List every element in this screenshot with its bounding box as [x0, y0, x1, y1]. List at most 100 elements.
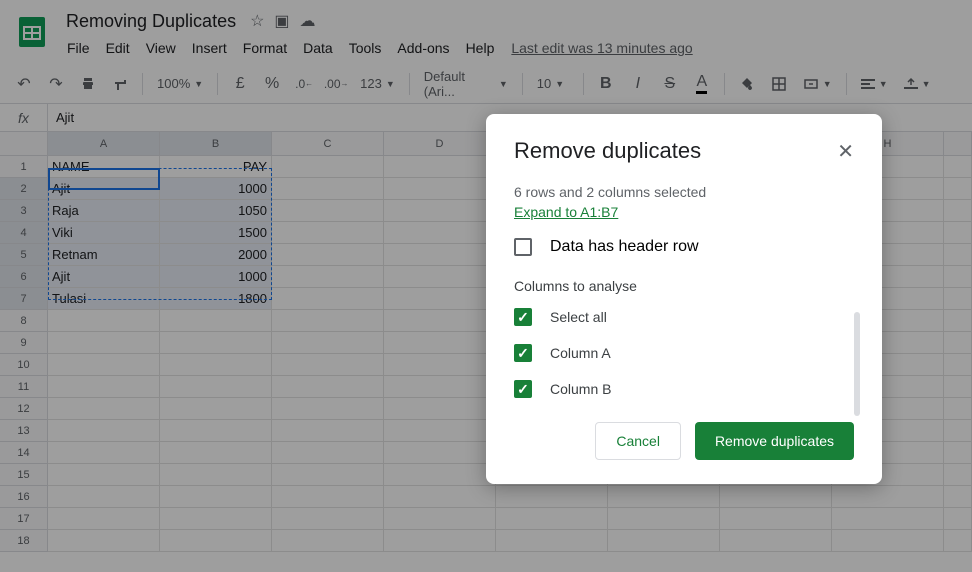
- cell[interactable]: [160, 354, 272, 376]
- cell[interactable]: [944, 244, 972, 266]
- row-header[interactable]: 4: [0, 222, 48, 244]
- cell[interactable]: [944, 420, 972, 442]
- menu-insert[interactable]: Insert: [185, 36, 234, 60]
- col-header[interactable]: D: [384, 132, 496, 156]
- cell[interactable]: 2000: [160, 244, 272, 266]
- sheets-logo[interactable]: [12, 12, 52, 52]
- star-icon[interactable]: ☆: [250, 11, 264, 31]
- cell[interactable]: [272, 442, 384, 464]
- row-header[interactable]: 13: [0, 420, 48, 442]
- cell[interactable]: [384, 178, 496, 200]
- cell[interactable]: [832, 508, 944, 530]
- cell[interactable]: [272, 376, 384, 398]
- cell[interactable]: [496, 530, 608, 552]
- cell[interactable]: [272, 464, 384, 486]
- move-icon[interactable]: ▣: [274, 11, 289, 31]
- print-icon[interactable]: [74, 70, 102, 98]
- cell[interactable]: [272, 530, 384, 552]
- col-header[interactable]: A: [48, 132, 160, 156]
- merge-button[interactable]: ▼: [797, 70, 838, 98]
- font-dropdown[interactable]: Default (Ari...▼: [418, 70, 514, 98]
- cell[interactable]: [384, 442, 496, 464]
- cell[interactable]: [384, 266, 496, 288]
- expand-range-link[interactable]: Expand to A1:B7: [514, 204, 618, 220]
- percent-button[interactable]: %: [258, 70, 286, 98]
- cell[interactable]: [944, 222, 972, 244]
- col-header[interactable]: C: [272, 132, 384, 156]
- cell[interactable]: [160, 420, 272, 442]
- paint-format-icon[interactable]: [106, 70, 134, 98]
- cell[interactable]: [272, 222, 384, 244]
- menu-view[interactable]: View: [139, 36, 183, 60]
- cell[interactable]: [384, 398, 496, 420]
- cell[interactable]: [48, 332, 160, 354]
- cell[interactable]: [48, 354, 160, 376]
- cell[interactable]: [160, 332, 272, 354]
- cell[interactable]: [160, 530, 272, 552]
- document-title[interactable]: Removing Duplicates: [60, 9, 242, 34]
- select-all-corner[interactable]: [0, 132, 48, 156]
- cell[interactable]: [272, 398, 384, 420]
- cell[interactable]: [272, 288, 384, 310]
- row-header[interactable]: 15: [0, 464, 48, 486]
- cell[interactable]: [48, 376, 160, 398]
- row-header[interactable]: 11: [0, 376, 48, 398]
- cell[interactable]: [272, 200, 384, 222]
- cell[interactable]: [48, 442, 160, 464]
- cell[interactable]: [944, 266, 972, 288]
- cell[interactable]: [944, 156, 972, 178]
- cell[interactable]: [384, 354, 496, 376]
- cell[interactable]: [272, 310, 384, 332]
- cell[interactable]: [384, 420, 496, 442]
- select-all-checkbox[interactable]: ✓: [514, 308, 532, 326]
- menu-help[interactable]: Help: [459, 36, 502, 60]
- cell[interactable]: [944, 178, 972, 200]
- cell[interactable]: [48, 398, 160, 420]
- cell[interactable]: [160, 508, 272, 530]
- decrease-decimal-button[interactable]: .0←: [290, 70, 318, 98]
- cell[interactable]: [160, 464, 272, 486]
- row-header[interactable]: 3: [0, 200, 48, 222]
- header-row-checkbox[interactable]: [514, 238, 532, 256]
- cell[interactable]: PAY: [160, 156, 272, 178]
- cell[interactable]: [384, 486, 496, 508]
- cell[interactable]: [384, 332, 496, 354]
- col-header[interactable]: B: [160, 132, 272, 156]
- scrollbar[interactable]: [854, 312, 860, 416]
- cell[interactable]: [272, 332, 384, 354]
- menu-edit[interactable]: Edit: [99, 36, 137, 60]
- row-header[interactable]: 14: [0, 442, 48, 464]
- row-header[interactable]: 1: [0, 156, 48, 178]
- cell[interactable]: [944, 200, 972, 222]
- redo-icon[interactable]: ↷: [42, 70, 70, 98]
- cell[interactable]: [720, 530, 832, 552]
- number-format-dropdown[interactable]: 123▼: [354, 70, 401, 98]
- row-header[interactable]: 7: [0, 288, 48, 310]
- row-header[interactable]: 6: [0, 266, 48, 288]
- cell[interactable]: [384, 156, 496, 178]
- halign-button[interactable]: ▼: [855, 70, 894, 98]
- cell[interactable]: Viki: [48, 222, 160, 244]
- menu-tools[interactable]: Tools: [342, 36, 389, 60]
- cell[interactable]: [384, 530, 496, 552]
- font-size-dropdown[interactable]: 10▼: [531, 70, 575, 98]
- cell[interactable]: Tulasi: [48, 288, 160, 310]
- cell[interactable]: [272, 508, 384, 530]
- cell[interactable]: [272, 486, 384, 508]
- cell[interactable]: [160, 442, 272, 464]
- cell[interactable]: NAME: [48, 156, 160, 178]
- row-header[interactable]: 2: [0, 178, 48, 200]
- valign-button[interactable]: ▼: [898, 70, 937, 98]
- column-a-checkbox[interactable]: ✓: [514, 344, 532, 362]
- cell[interactable]: [48, 464, 160, 486]
- borders-button[interactable]: [765, 70, 793, 98]
- cancel-button[interactable]: Cancel: [595, 422, 681, 460]
- cell[interactable]: [48, 530, 160, 552]
- zoom-dropdown[interactable]: 100%▼: [151, 70, 209, 98]
- cell[interactable]: [272, 354, 384, 376]
- cell[interactable]: [608, 486, 720, 508]
- cell[interactable]: [944, 288, 972, 310]
- cell[interactable]: [384, 200, 496, 222]
- column-b-checkbox[interactable]: ✓: [514, 380, 532, 398]
- last-edit-link[interactable]: Last edit was 13 minutes ago: [511, 40, 692, 56]
